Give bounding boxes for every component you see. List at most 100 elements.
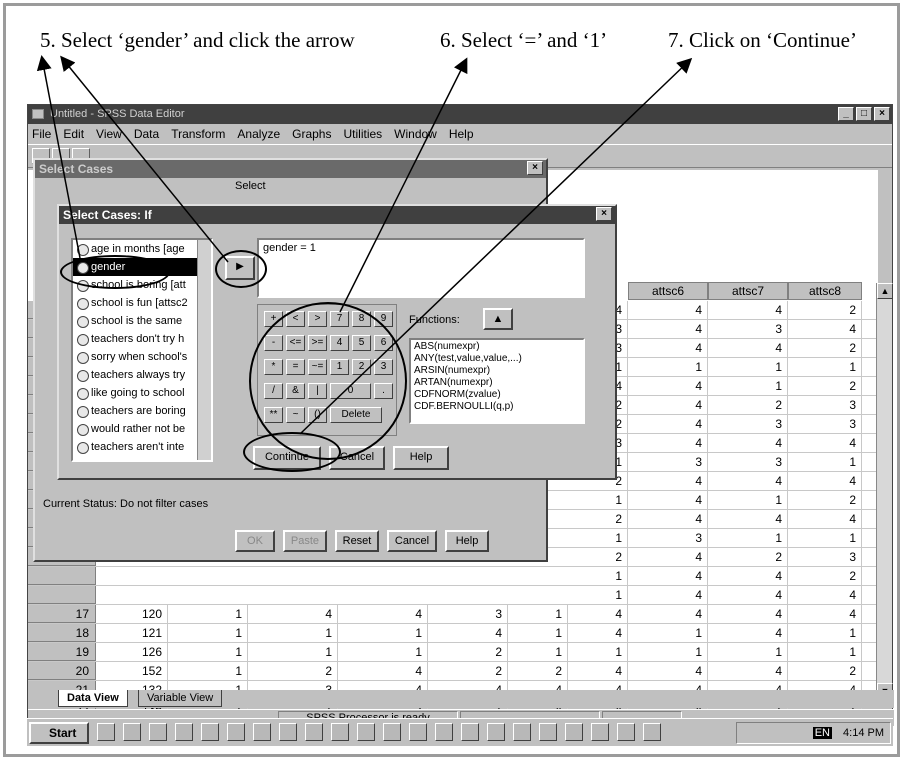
close-icon[interactable]: ×	[596, 207, 612, 221]
variable-list-item[interactable]: sorry when school's	[73, 348, 211, 366]
table-cell[interactable]: 1	[708, 358, 788, 376]
insert-function-button[interactable]: ▲	[483, 308, 513, 330]
table-cell[interactable]: 1	[508, 624, 568, 642]
column-header[interactable]: attsc7	[708, 282, 788, 300]
table-cell[interactable]: 2	[788, 662, 862, 680]
table-cell[interactable]: 3	[628, 453, 708, 471]
table-cell[interactable]: 4	[708, 567, 788, 585]
taskbar-app-icon[interactable]	[487, 723, 505, 741]
variable-list-item[interactable]: school is the same	[73, 312, 211, 330]
table-cell[interactable]: 2	[788, 491, 862, 509]
table-cell[interactable]: 4	[788, 586, 862, 604]
table-cell[interactable]: 4	[788, 605, 862, 623]
table-cell[interactable]: 1	[708, 643, 788, 661]
table-cell[interactable]: 4	[628, 415, 708, 433]
table-cell[interactable]: 1	[628, 643, 708, 661]
table-cell[interactable]: 2	[708, 548, 788, 566]
taskbar-app-icon[interactable]	[643, 723, 661, 741]
expression-field[interactable]: gender = 1	[257, 238, 585, 298]
vertical-scrollbar[interactable]: ▲ ▼	[876, 283, 893, 699]
menu-view[interactable]: View	[96, 127, 122, 144]
table-cell[interactable]: 4	[568, 605, 628, 623]
table-cell[interactable]: 4	[628, 472, 708, 490]
table-cell[interactable]: 4	[568, 662, 628, 680]
function-list-item[interactable]: ARTAN(numexpr)	[414, 377, 580, 389]
row-number[interactable]: 17	[28, 605, 96, 623]
taskbar-app-icon[interactable]	[383, 723, 401, 741]
table-cell[interactable]: 1	[568, 491, 628, 509]
variable-list-item[interactable]: like going to school	[73, 384, 211, 402]
taskbar-app-icon[interactable]	[513, 723, 531, 741]
table-cell[interactable]: 1	[168, 643, 248, 661]
table-cell[interactable]: 1	[708, 529, 788, 547]
variable-list-item[interactable]: would rather not be	[73, 420, 211, 438]
table-cell[interactable]: 4	[338, 605, 428, 623]
column-header[interactable]: attsc6	[628, 282, 708, 300]
table-cell[interactable]: 4	[708, 586, 788, 604]
taskbar-app-icon[interactable]	[305, 723, 323, 741]
close-icon[interactable]: ×	[527, 161, 543, 175]
table-cell[interactable]: 1	[568, 586, 628, 604]
variable-list-scrollbar[interactable]	[197, 240, 211, 460]
ok-button[interactable]: OK	[235, 530, 275, 552]
table-cell[interactable]: 152	[96, 662, 168, 680]
help-button[interactable]: Help	[393, 446, 449, 470]
table-cell[interactable]: 4	[708, 510, 788, 528]
language-indicator[interactable]: EN	[812, 727, 832, 739]
cancel-button[interactable]: Cancel	[387, 530, 437, 552]
table-cell[interactable]: 2	[568, 510, 628, 528]
taskbar-app-icon[interactable]	[565, 723, 583, 741]
row-number[interactable]	[28, 586, 96, 604]
table-cell[interactable]: 1	[338, 624, 428, 642]
variable-list-item[interactable]: school is fun [attsc2	[73, 294, 211, 312]
table-cell[interactable]: 4	[568, 624, 628, 642]
table-cell[interactable]: 4	[628, 510, 708, 528]
table-cell[interactable]: 2	[708, 396, 788, 414]
table-cell[interactable]: 3	[708, 415, 788, 433]
functions-list[interactable]: ABS(numexpr) ANY(test,value,value,...) ARS…	[409, 338, 585, 424]
table-cell[interactable]: 4	[628, 567, 708, 585]
table-cell[interactable]: 2	[788, 301, 862, 319]
taskbar-app-icon[interactable]	[461, 723, 479, 741]
table-cell[interactable]: 1	[248, 643, 338, 661]
table-cell[interactable]: 3	[428, 605, 508, 623]
menu-window[interactable]: Window	[394, 127, 437, 144]
table-cell[interactable]: 4	[628, 396, 708, 414]
table-cell[interactable]: 2	[788, 339, 862, 357]
maximize-button[interactable]: □	[856, 107, 872, 121]
table-cell[interactable]: 4	[248, 605, 338, 623]
taskbar-app-icon[interactable]	[279, 723, 297, 741]
row-number[interactable]: 19	[28, 643, 96, 661]
table-cell[interactable]: 1	[338, 643, 428, 661]
table-cell[interactable]: 4	[628, 548, 708, 566]
table-cell[interactable]: 1	[168, 605, 248, 623]
table-cell[interactable]: 1	[708, 377, 788, 395]
taskbar-app-icon[interactable]	[331, 723, 349, 741]
table-cell[interactable]: 4	[788, 434, 862, 452]
taskbar-app-icon[interactable]	[123, 723, 141, 741]
taskbar-app-icon[interactable]	[539, 723, 557, 741]
function-list-item[interactable]: ABS(numexpr)	[414, 341, 580, 353]
table-cell[interactable]: 1	[788, 624, 862, 642]
menu-analyze[interactable]: Analyze	[237, 127, 280, 144]
table-cell[interactable]: 4	[788, 320, 862, 338]
menu-utilities[interactable]: Utilities	[343, 127, 382, 144]
table-cell[interactable]: 2	[788, 567, 862, 585]
taskbar-app-icon[interactable]	[357, 723, 375, 741]
table-cell[interactable]: 4	[628, 339, 708, 357]
menu-graphs[interactable]: Graphs	[292, 127, 331, 144]
table-cell[interactable]: 1	[568, 529, 628, 547]
table-cell[interactable]: 1	[248, 624, 338, 642]
table-cell[interactable]: 2	[508, 662, 568, 680]
taskbar-app-icon[interactable]	[149, 723, 167, 741]
table-cell[interactable]: 4	[428, 624, 508, 642]
table-cell[interactable]: 4	[708, 301, 788, 319]
scroll-up-icon[interactable]: ▲	[877, 283, 893, 299]
variable-list-item[interactable]: teachers are boring	[73, 402, 211, 420]
variable-list-item[interactable]: teachers don't try h	[73, 330, 211, 348]
close-button[interactable]: ×	[874, 107, 890, 121]
table-cell[interactable]: 4	[628, 434, 708, 452]
table-cell[interactable]: 1	[568, 567, 628, 585]
table-cell[interactable]: 1	[628, 358, 708, 376]
menu-edit[interactable]: Edit	[63, 127, 84, 144]
